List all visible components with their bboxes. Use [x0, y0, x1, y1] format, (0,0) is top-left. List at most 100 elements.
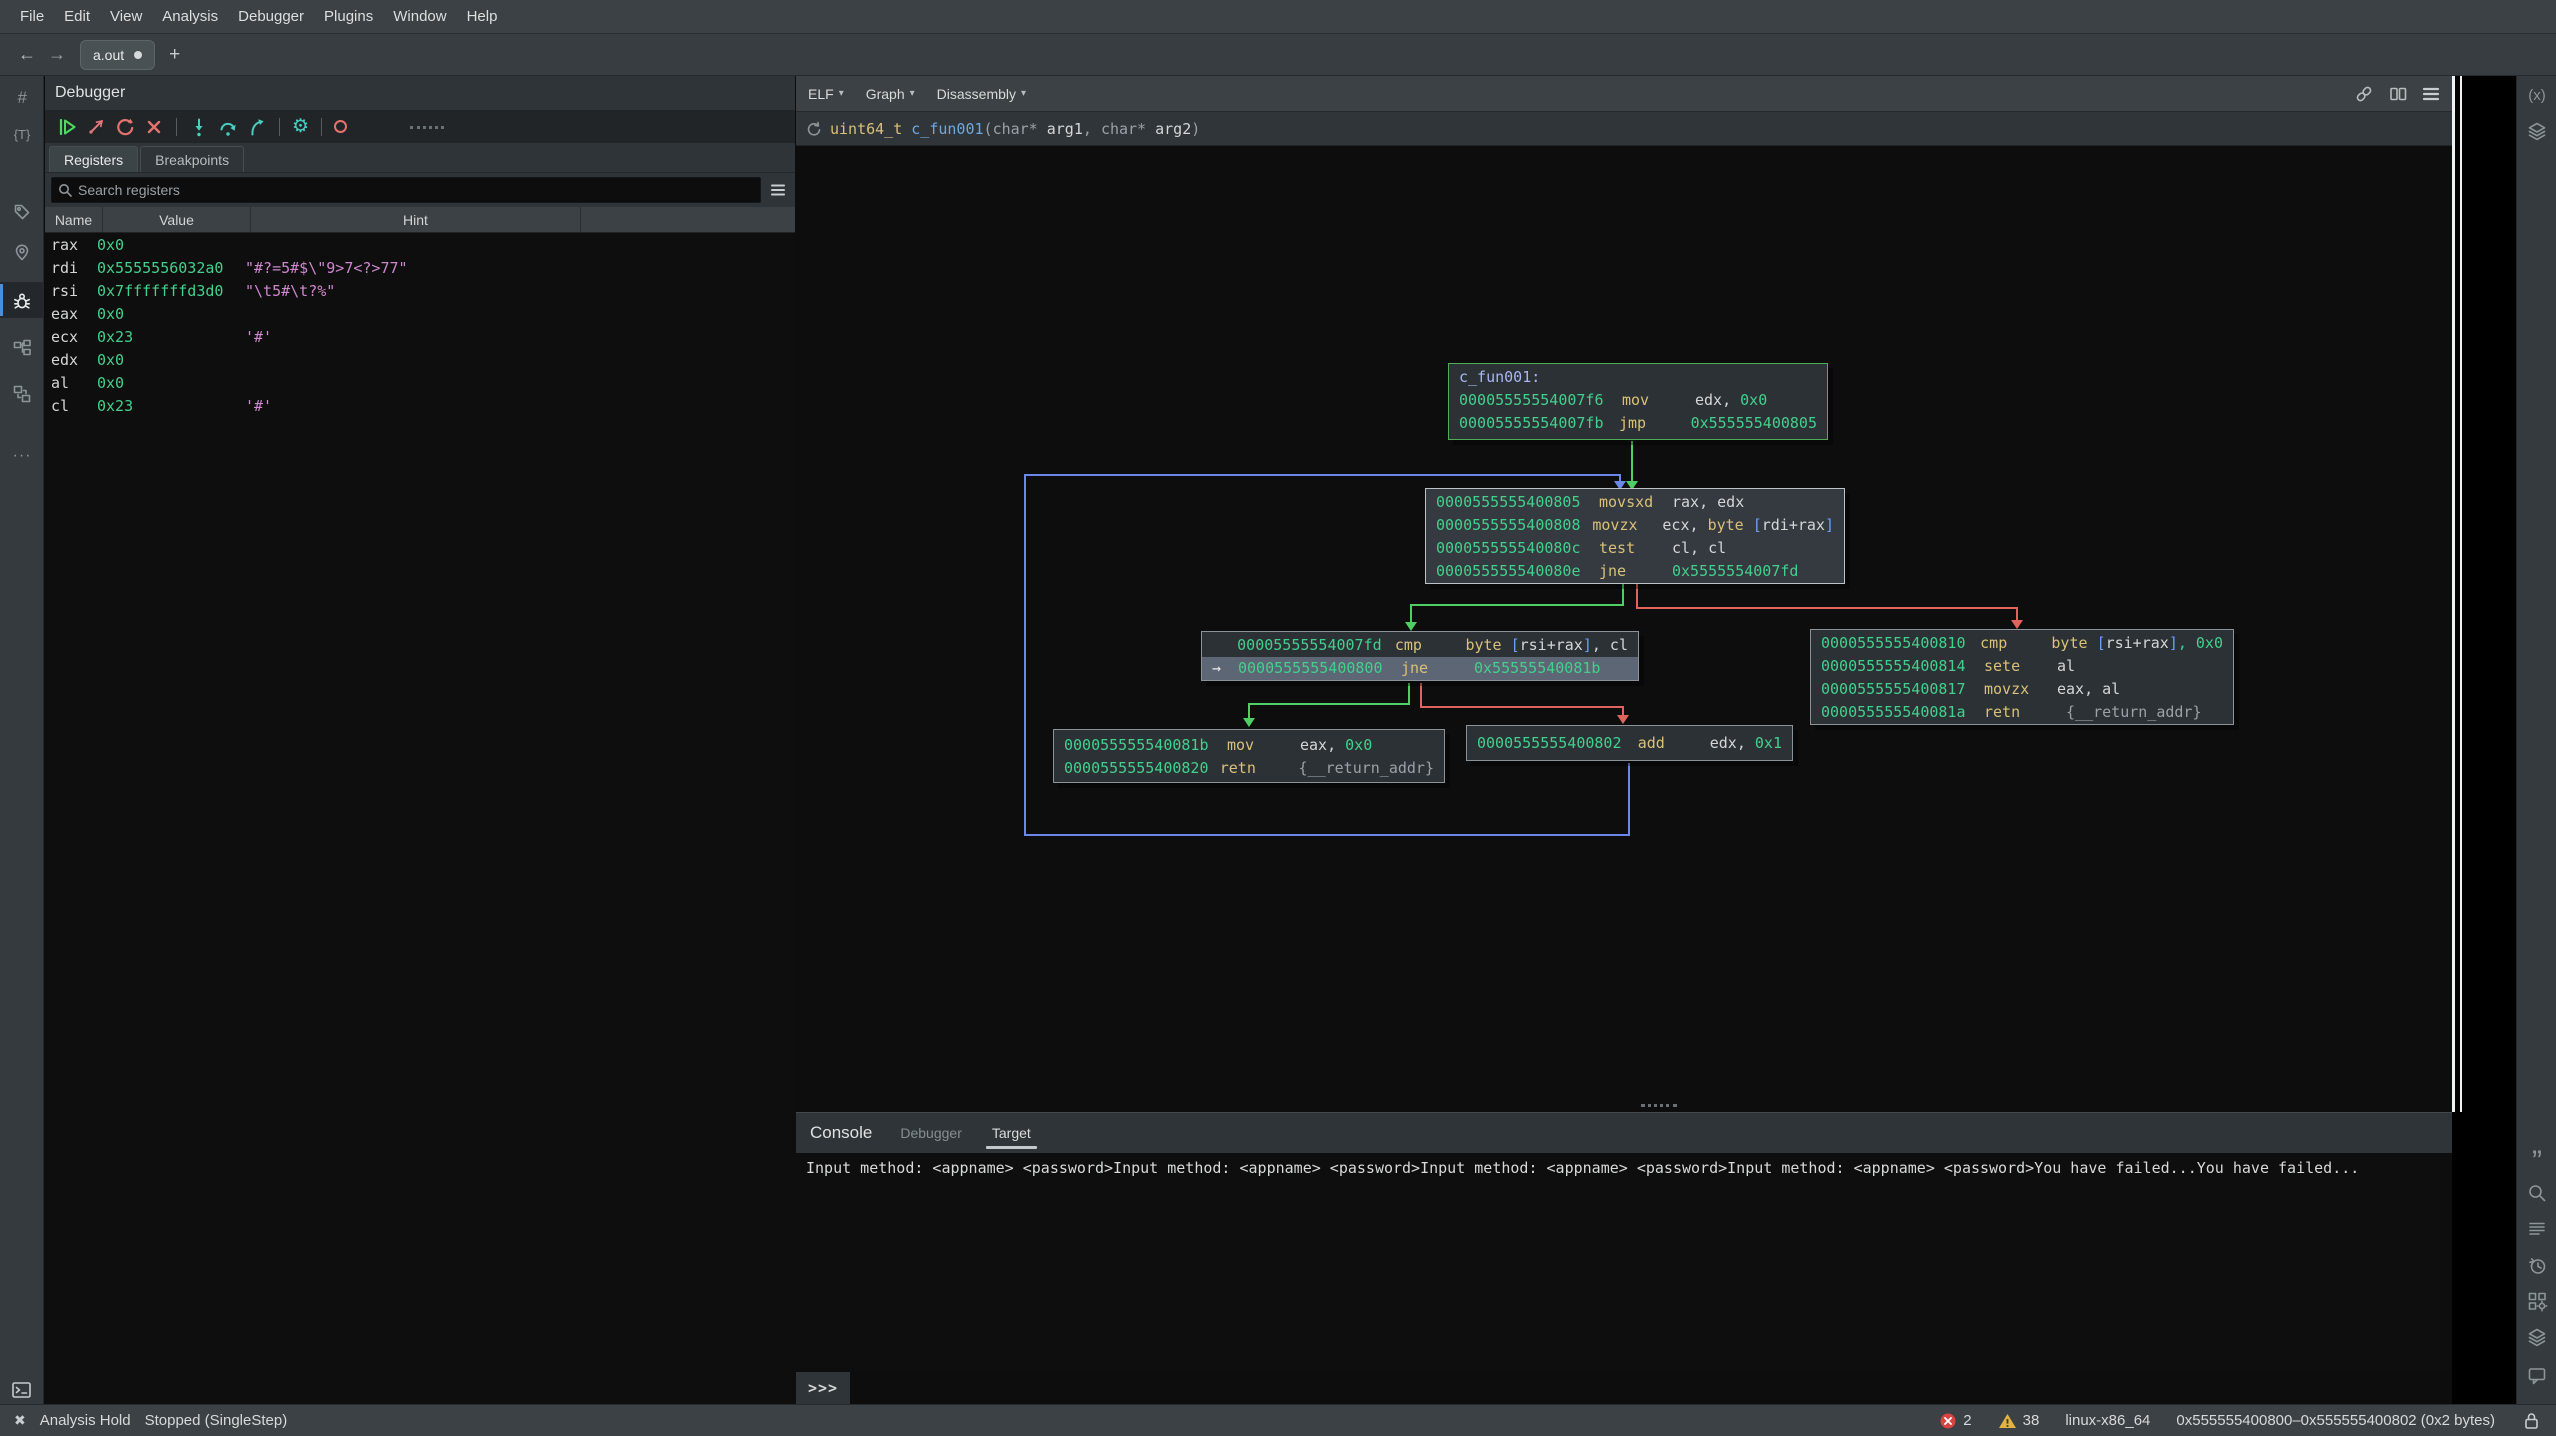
edge-false-exit: [1637, 584, 2017, 622]
menu-view[interactable]: View: [100, 0, 152, 34]
register-row-al[interactable]: al0x0: [45, 371, 795, 394]
tag-icon[interactable]: [0, 194, 44, 230]
register-row-ecx[interactable]: ecx0x23'#': [45, 325, 795, 348]
console-title[interactable]: Console: [810, 1123, 872, 1143]
graph-block-increment[interactable]: 0000555555400802addedx, 0x1: [1466, 725, 1793, 761]
restart-icon[interactable]: [115, 117, 135, 137]
widgets-icon[interactable]: [2517, 1284, 2556, 1318]
history-icon[interactable]: [2517, 1248, 2556, 1282]
chat-panel-icon[interactable]: [2517, 1358, 2556, 1392]
console-log-line: Input method: <appname> <password>Input …: [806, 1159, 2442, 1177]
current-instruction-row[interactable]: → 0000555555400800jne0x55555540081b: [1202, 657, 1638, 680]
start-debug-icon[interactable]: [86, 117, 106, 137]
debug-icon[interactable]: [0, 282, 44, 318]
view-mode-dropdown[interactable]: Graph ▾: [866, 86, 915, 102]
step-into-icon[interactable]: [189, 117, 209, 137]
variables-icon[interactable]: (x): [2517, 78, 2556, 112]
column-hint[interactable]: Hint: [251, 207, 581, 232]
types-icon[interactable]: {T}: [0, 116, 44, 152]
breakpoint-icon[interactable]: [334, 120, 347, 133]
register-search-box[interactable]: [51, 177, 761, 203]
console-input[interactable]: [850, 1372, 2452, 1404]
menu-debugger[interactable]: Debugger: [228, 0, 314, 34]
edge-true-compare: [1411, 584, 1623, 624]
layers-icon[interactable]: [2517, 114, 2556, 148]
layers-icon[interactable]: [2517, 1320, 2556, 1354]
debugger-panel-header[interactable]: Debugger: [45, 76, 795, 110]
document-tab-bar: ← → a.out +: [0, 34, 2556, 76]
graph-block-entry[interactable]: c_fun001: 00005555554007f6movedx, 0x0 00…: [1448, 363, 1828, 440]
graph-block-exit-check[interactable]: 0000555555400810cmpbyte [rsi+rax], 0x0 0…: [1810, 629, 2234, 725]
platform-label: linux-x86_64: [2065, 1412, 2150, 1429]
new-tab-button[interactable]: +: [169, 44, 180, 66]
graph-canvas[interactable]: c_fun001: 00005555554007f6movedx, 0x0 00…: [796, 147, 2452, 1112]
error-count: 2: [1963, 1412, 1971, 1429]
dock-splitter-handle[interactable]: [410, 126, 444, 129]
register-row-edx[interactable]: edx0x0: [45, 348, 795, 371]
column-name[interactable]: Name: [45, 207, 103, 232]
tab-aout[interactable]: a.out: [80, 40, 155, 70]
graph-block-loop-head[interactable]: 0000555555400805movsxdrax, edx 000055555…: [1425, 488, 1845, 584]
console-panel: Console Debugger Target Input method: <a…: [796, 1112, 2452, 1404]
step-over-icon[interactable]: [218, 117, 238, 137]
search-icon[interactable]: [2517, 1176, 2556, 1210]
graph-block-fail[interactable]: 000055555540081bmoveax, 0x0 000055555540…: [1053, 729, 1445, 783]
tab-registers[interactable]: Registers: [49, 146, 138, 172]
graph-block-compare[interactable]: 00005555554007fdcmpbyte [rsi+rax], cl → …: [1201, 631, 1639, 681]
continue-icon[interactable]: [57, 117, 77, 137]
analysis-status: Analysis Hold: [40, 1412, 131, 1429]
warning-badge[interactable]: 38: [1998, 1412, 2040, 1430]
log-lines-icon[interactable]: [2517, 1212, 2556, 1246]
forward-arrow-icon[interactable]: →: [42, 44, 72, 65]
menu-help[interactable]: Help: [457, 0, 508, 34]
register-panel-tabs: Registers Breakpoints: [45, 143, 795, 173]
menu-edit[interactable]: Edit: [54, 0, 100, 34]
function-signature[interactable]: uint64_t c_fun001(char* arg1, char* arg2…: [830, 120, 1200, 138]
menu-window[interactable]: Window: [383, 0, 456, 34]
location-pin-icon[interactable]: [0, 234, 44, 270]
hierarchy-icon[interactable]: [0, 330, 44, 366]
register-table-header: Name Value Hint: [45, 207, 795, 233]
column-value[interactable]: Value: [103, 207, 251, 232]
menu-plugins[interactable]: Plugins: [314, 0, 383, 34]
register-search-input[interactable]: [78, 182, 754, 198]
register-menu-button[interactable]: [767, 179, 789, 201]
back-arrow-icon[interactable]: ←: [12, 44, 42, 65]
swap-icon[interactable]: [0, 376, 44, 412]
error-badge[interactable]: 2: [1939, 1412, 1971, 1430]
menu-file[interactable]: File: [10, 0, 54, 34]
more-icon[interactable]: ···: [0, 438, 44, 474]
search-icon: [58, 183, 72, 197]
disassembly-dropdown[interactable]: Disassembly ▾: [937, 86, 1026, 102]
register-row-rsi[interactable]: rsi0x7fffffffd3d0"\t5#\t?%": [45, 279, 795, 302]
chevron-down-icon: ▾: [839, 88, 844, 99]
tab-aout-label: a.out: [93, 47, 124, 63]
lock-icon[interactable]: [2521, 1410, 2542, 1431]
terminal-icon[interactable]: [0, 1372, 44, 1408]
collapsed-dock-strip[interactable]: [2452, 76, 2516, 1404]
split-columns-icon[interactable]: [2388, 84, 2408, 104]
tab-console-target[interactable]: Target: [990, 1121, 1033, 1145]
tab-breakpoints[interactable]: Breakpoints: [140, 146, 244, 172]
console-prompt: >>>: [796, 1379, 850, 1397]
quotes-icon[interactable]: ”: [2517, 1138, 2556, 1172]
tab-console-debugger[interactable]: Debugger: [898, 1121, 964, 1145]
loop-icon[interactable]: [804, 120, 822, 138]
register-table: Name Value Hint rax0x0 rdi0x5555556032a0…: [45, 207, 795, 1404]
tools-icon[interactable]: #: [0, 80, 44, 116]
tab-modified-dot-icon[interactable]: [134, 51, 142, 59]
register-row-rax[interactable]: rax0x0: [45, 233, 795, 256]
menu-analysis[interactable]: Analysis: [152, 0, 228, 34]
link-icon[interactable]: [2354, 84, 2374, 104]
register-row-eax[interactable]: eax0x0: [45, 302, 795, 325]
format-dropdown[interactable]: ELF ▾: [808, 86, 844, 102]
step-out-icon[interactable]: [247, 117, 267, 137]
register-row-rdi[interactable]: rdi0x5555556032a0"#?=5#$\"9>7<?>77": [45, 256, 795, 279]
dock-edge-line: [2460, 76, 2462, 1112]
register-row-cl[interactable]: cl0x23'#': [45, 394, 795, 417]
hamburger-menu-icon[interactable]: [2422, 86, 2440, 102]
edge-false-exit-arrow: [2011, 620, 2023, 629]
debug-settings-gear-icon[interactable]: ⚙: [292, 117, 309, 136]
kill-icon[interactable]: [144, 117, 164, 137]
console-splitter-handle[interactable]: [1641, 1104, 1677, 1107]
